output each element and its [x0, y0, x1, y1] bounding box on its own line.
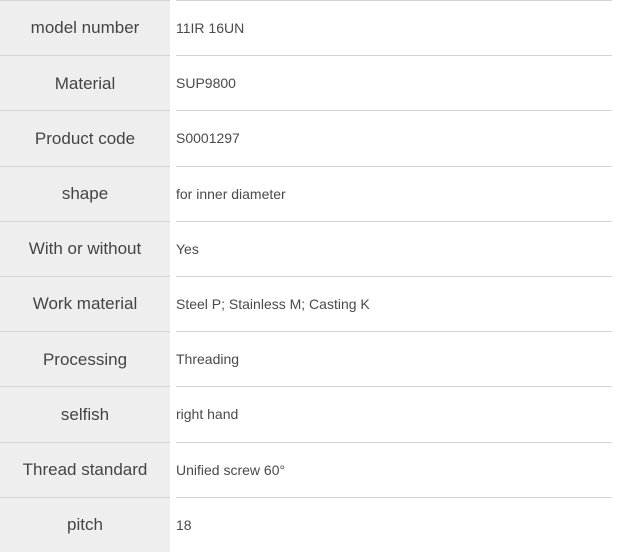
table-row: Work material Steel P; Stainless M; Cast…: [0, 275, 618, 332]
spec-label-product-code: Product code: [0, 110, 176, 167]
table-row: pitch 18: [0, 496, 618, 553]
spec-label-selfish: selfish: [0, 386, 176, 442]
spec-label-model-number: model number: [0, 0, 176, 56]
spec-value-shape: for inner diameter: [173, 165, 618, 222]
spec-label-processing: Processing: [0, 331, 176, 387]
spec-label-pitch: pitch: [0, 496, 176, 553]
spec-label-work-material: Work material: [0, 275, 176, 332]
table-row: Product code S0001297: [0, 110, 618, 167]
spec-label-material: Material: [0, 55, 176, 111]
spec-value-thread-standard: Unified screw 60°: [173, 441, 618, 498]
table-row: selfish right hand: [0, 386, 618, 442]
table-row: Thread standard Unified screw 60°: [0, 441, 618, 498]
spec-value-with-or-without: Yes: [173, 220, 618, 277]
spec-label-with-or-without: With or without: [0, 220, 176, 277]
table-row: shape for inner diameter: [0, 165, 618, 222]
spec-value-selfish: right hand: [173, 386, 618, 442]
spec-value-material: SUP9800: [173, 55, 618, 111]
spec-value-pitch: 18: [173, 496, 618, 553]
spec-value-model-number: 11IR 16UN: [173, 0, 618, 56]
product-specification-table: model number 11IR 16UN Material SUP9800 …: [0, 0, 618, 553]
table-row: Processing Threading: [0, 331, 618, 387]
spec-label-thread-standard: Thread standard: [0, 441, 176, 498]
table-row: Material SUP9800: [0, 55, 618, 111]
table-row: With or without Yes: [0, 220, 618, 277]
spec-value-processing: Threading: [173, 331, 618, 387]
spec-value-work-material: Steel P; Stainless M; Casting K: [173, 275, 618, 332]
spec-label-shape: shape: [0, 165, 176, 222]
spec-value-product-code: S0001297: [173, 110, 618, 167]
spec-table-body: model number 11IR 16UN Material SUP9800 …: [0, 0, 618, 553]
table-row: model number 11IR 16UN: [0, 0, 618, 56]
